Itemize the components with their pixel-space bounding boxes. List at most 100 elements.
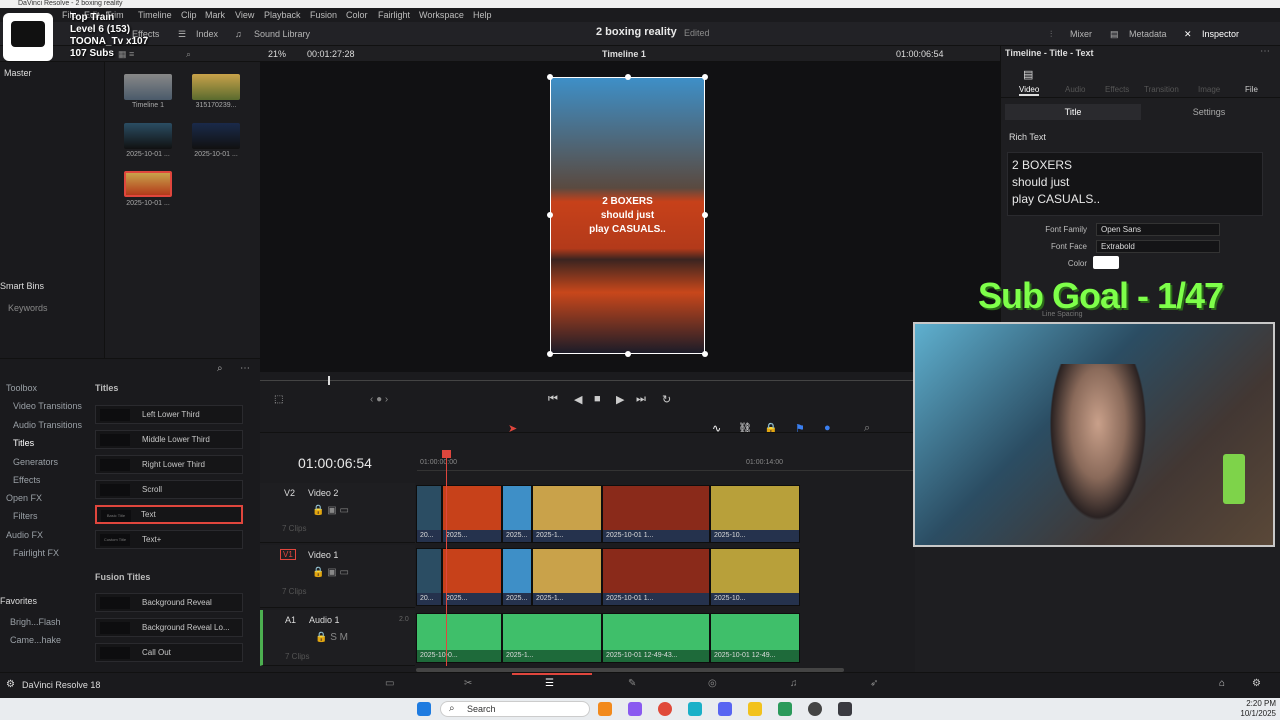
menu-color[interactable]: Color xyxy=(346,8,368,22)
tab-file[interactable]: File xyxy=(1245,85,1258,94)
menu-fairlight[interactable]: Fairlight xyxy=(378,8,410,22)
category-audio-transitions[interactable]: Audio Transitions xyxy=(13,420,82,430)
title-scroll[interactable]: Scroll xyxy=(95,480,243,499)
windows-start-icon[interactable] xyxy=(417,702,431,716)
edit-page-icon[interactable]: ☰ xyxy=(545,678,554,689)
jog-bar[interactable] xyxy=(260,380,915,381)
timeline-clip[interactable]: 2025... xyxy=(502,548,532,606)
timeline-clip[interactable]: 2025-1... xyxy=(532,485,602,543)
playhead-handle[interactable] xyxy=(442,450,451,458)
menu-workspace[interactable]: Workspace xyxy=(419,8,464,22)
category-titles[interactable]: Titles xyxy=(13,438,34,448)
transform-handle[interactable] xyxy=(702,212,708,218)
timeline-ruler[interactable] xyxy=(417,451,915,471)
media-clip-thumb[interactable] xyxy=(192,123,240,149)
track-header-v1[interactable]: V1 Video 1 🔒 ▣ ▭ 7 Clips xyxy=(260,545,415,608)
menu-fusion[interactable]: Fusion xyxy=(310,8,337,22)
menu-clip[interactable]: Clip xyxy=(181,8,197,22)
timeline-selector[interactable]: Timeline 1 xyxy=(602,46,646,62)
category-generators[interactable]: Generators xyxy=(13,457,58,467)
track-header-v2[interactable]: V2 Video 2 🔒 ▣ ▭ 7 Clips xyxy=(260,483,415,543)
media-clip-thumb[interactable] xyxy=(124,74,172,100)
title-middle-lower-third[interactable]: Middle Lower Third xyxy=(95,430,243,449)
color-swatch[interactable] xyxy=(1093,256,1119,269)
app-icon[interactable] xyxy=(688,702,702,716)
audio-clip[interactable]: 2025-1... xyxy=(502,613,602,663)
cut-page-icon[interactable]: ✂ xyxy=(464,678,472,689)
search-icon[interactable]: ⌕ xyxy=(186,46,191,62)
timeline-clip[interactable]: 2025... xyxy=(442,548,502,606)
davinci-resolve-icon[interactable] xyxy=(838,702,852,716)
more-options-icon[interactable]: ⋯ xyxy=(1260,46,1270,57)
source-patch-v1[interactable]: V1 xyxy=(280,549,296,560)
timeline-clip[interactable]: 2025-10-01 1... xyxy=(602,485,710,543)
fusion-background-reveal[interactable]: Background Reveal xyxy=(95,593,243,612)
nav-marker-icon[interactable]: ‹ ● › xyxy=(370,394,388,405)
settings-icon[interactable]: ⚙ xyxy=(1252,678,1261,689)
metadata-button[interactable]: Metadata xyxy=(1129,27,1167,41)
keywords-bin[interactable]: Keywords xyxy=(8,303,48,313)
more-options-icon[interactable]: ⋯ xyxy=(240,363,250,374)
play-reverse-icon[interactable]: ◀ xyxy=(574,393,582,406)
timeline-clip[interactable]: 2025-10... xyxy=(710,485,800,543)
media-page-icon[interactable]: ▭ xyxy=(385,678,394,689)
viewer-mode-icon[interactable]: ⬚ xyxy=(274,394,283,405)
playhead[interactable] xyxy=(446,451,447,666)
audio-clip[interactable]: 2025-10-01 12-49... xyxy=(710,613,800,663)
title-overlay-text[interactable]: 2 BOXERS should just play CASUALS.. xyxy=(560,195,695,237)
font-face-select[interactable]: Extrabold xyxy=(1096,240,1220,253)
category-video-transitions[interactable]: Video Transitions xyxy=(13,401,82,411)
transform-handle[interactable] xyxy=(625,351,631,357)
favorite-item[interactable]: Came...hake xyxy=(10,635,61,645)
file-explorer-icon[interactable] xyxy=(748,702,762,716)
jog-playhead[interactable] xyxy=(328,376,330,385)
discord-icon[interactable] xyxy=(718,702,732,716)
media-clip-thumb[interactable] xyxy=(124,123,172,149)
home-icon[interactable]: ⌂ xyxy=(1219,678,1225,689)
stop-icon[interactable]: ■ xyxy=(594,393,601,405)
timeline-clip[interactable]: 2025-1... xyxy=(532,548,602,606)
obs-icon[interactable] xyxy=(808,702,822,716)
subtab-settings[interactable]: Settings xyxy=(1141,104,1277,120)
sound-library-button[interactable]: Sound Library xyxy=(254,27,310,41)
play-icon[interactable]: ▶ xyxy=(616,393,624,406)
category-filters[interactable]: Filters xyxy=(13,511,38,521)
zoom-level[interactable]: 21% xyxy=(268,46,286,62)
go-to-start-icon[interactable]: ⏮ xyxy=(548,393,558,406)
fusion-page-icon[interactable]: ✎ xyxy=(628,678,636,689)
taskbar-search[interactable]: ⌕ Search xyxy=(440,701,590,717)
mixer-icon[interactable]: ⫶ xyxy=(1050,27,1052,41)
audio-clip[interactable]: 2025-10-0... xyxy=(416,613,502,663)
search-icon[interactable]: ⌕ xyxy=(217,363,223,374)
track-lock-icon[interactable]: 🔒 ▣ ▭ xyxy=(312,505,349,516)
timeline-clip[interactable]: 2025-10-01 1... xyxy=(602,548,710,606)
timeline-clip[interactable]: 2025... xyxy=(502,485,532,543)
tab-transition[interactable]: Transition xyxy=(1144,85,1179,94)
tab-audio[interactable]: Audio xyxy=(1065,85,1085,94)
inspector-button[interactable]: Inspector xyxy=(1202,27,1239,41)
tab-image[interactable]: Image xyxy=(1198,85,1220,94)
menu-playback[interactable]: Playback xyxy=(264,8,301,22)
transform-handle[interactable] xyxy=(547,351,553,357)
font-family-select[interactable]: Open Sans xyxy=(1096,223,1220,236)
transform-handle[interactable] xyxy=(547,212,553,218)
go-to-end-icon[interactable]: ⏭ xyxy=(636,393,646,406)
title-text-plus[interactable]: Custom Title Text+ xyxy=(95,530,243,549)
chrome-icon[interactable] xyxy=(658,702,672,716)
category-toolbox[interactable]: Toolbox xyxy=(6,383,37,393)
menu-mark[interactable]: Mark xyxy=(205,8,225,22)
tab-effects[interactable]: Effects xyxy=(1105,85,1129,94)
transform-handle[interactable] xyxy=(702,74,708,80)
title-left-lower-third[interactable]: Left Lower Third xyxy=(95,405,243,424)
title-text[interactable]: Basic Title Text xyxy=(95,505,243,524)
menu-help[interactable]: Help xyxy=(473,8,492,22)
app-icon[interactable] xyxy=(628,702,642,716)
color-page-icon[interactable]: ◎ xyxy=(708,678,717,689)
tab-video[interactable]: Video xyxy=(1019,85,1040,96)
timeline-clip[interactable]: 2025-10... xyxy=(710,548,800,606)
category-open-fx[interactable]: Open FX xyxy=(6,493,42,503)
category-effects[interactable]: Effects xyxy=(13,475,40,485)
transform-handle[interactable] xyxy=(702,351,708,357)
rich-text-editor[interactable]: 2 BOXERS should just play CASUALS.. xyxy=(1007,152,1263,216)
fusion-background-reveal-lower[interactable]: Background Reveal Lo... xyxy=(95,618,243,637)
